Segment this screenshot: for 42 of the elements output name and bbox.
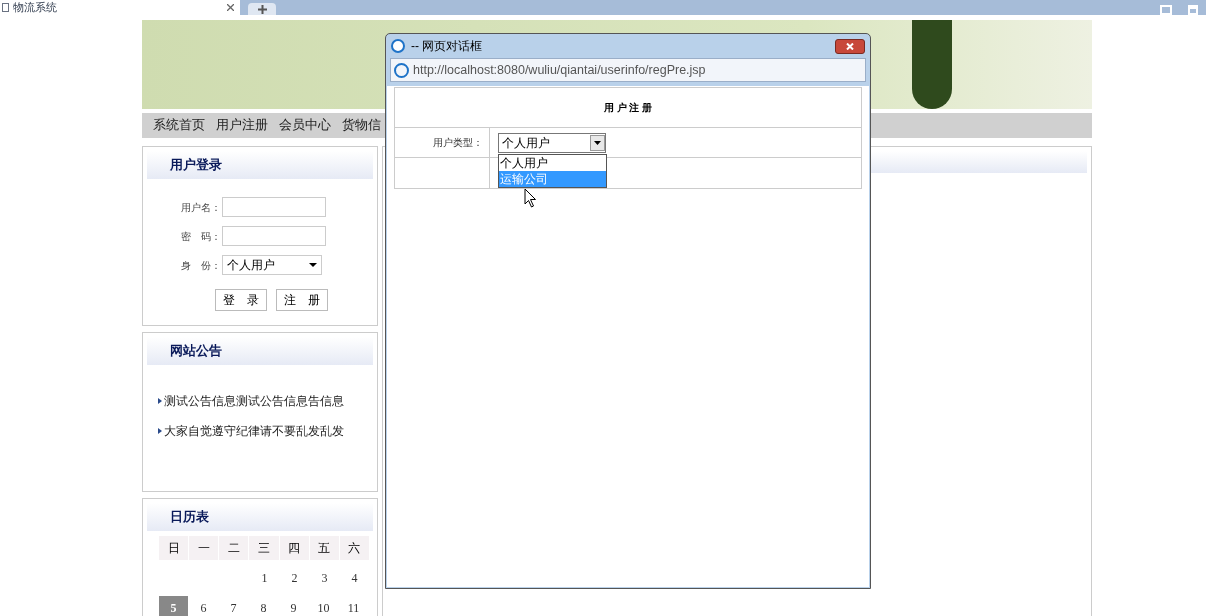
browser-tab[interactable]: 物流系统: [0, 0, 240, 15]
plus-icon: [257, 4, 267, 14]
url-text: http://localhost:8080/wuliu/qiantai/userinfo/regPre.jsp: [413, 61, 706, 79]
weekday-header: 四: [279, 536, 309, 560]
user-type-select[interactable]: 个人用户: [498, 132, 606, 153]
weekday-header: 二: [219, 536, 249, 560]
field-label: 用户类型：: [395, 128, 490, 157]
notice-link[interactable]: 大家自觉遵守纪律请不要乱发乱发: [164, 422, 344, 440]
identity-select[interactable]: 个人用户: [222, 255, 322, 275]
form-button[interactable]: 登 录: [215, 289, 267, 311]
close-button[interactable]: [835, 38, 865, 54]
page-icon: [2, 3, 9, 12]
field-label: 身 份：: [180, 258, 221, 273]
bullet-icon: [158, 398, 162, 404]
panel-header: 日历表: [147, 503, 373, 531]
new-tab-button[interactable]: [248, 3, 276, 15]
weekday-header: 五: [309, 536, 339, 560]
nav-link[interactable]: 会员中心: [279, 116, 331, 135]
form-title: 用 户 注 册: [395, 88, 861, 128]
dropdown-button[interactable]: [590, 134, 605, 151]
notice-link[interactable]: 测试公告信息测试公告信息告信息: [164, 392, 344, 410]
caret-icon: [309, 263, 317, 267]
caret-icon: [594, 140, 601, 145]
nav-link[interactable]: 系统首页: [153, 116, 205, 135]
window-title: -- 网页对话框: [411, 38, 484, 55]
weekday-header: 一: [189, 536, 219, 560]
panel-header: 网站公告: [147, 337, 373, 365]
panel-header: 用户登录: [147, 151, 373, 179]
weekday-header: 三: [249, 536, 279, 560]
dropdown-option[interactable]: 个人用户: [499, 155, 606, 171]
close-icon[interactable]: [227, 4, 234, 11]
weekday-header: 六: [339, 536, 369, 560]
nav-link[interactable]: 用户注册: [216, 116, 268, 135]
input-field[interactable]: [222, 226, 326, 246]
field-label: 密 码：: [180, 229, 221, 244]
close-icon: [846, 42, 854, 50]
field-label: 用户名：: [180, 200, 221, 215]
input-field[interactable]: [222, 197, 326, 217]
selected-day[interactable]: 5: [159, 596, 188, 616]
weekday-header: 日: [159, 536, 189, 560]
form-button[interactable]: 注 册: [276, 289, 328, 311]
bullet-icon: [158, 428, 162, 434]
